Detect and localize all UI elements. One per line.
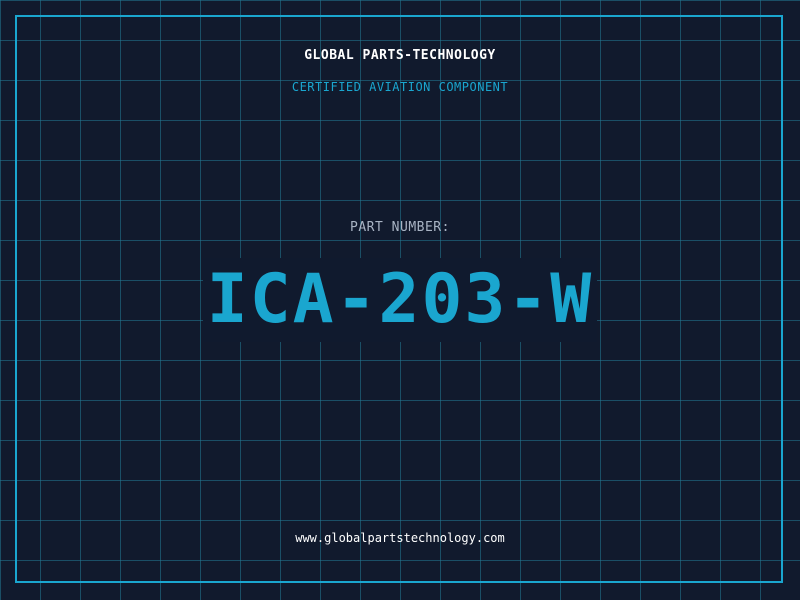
part-number-container: ICA-203-W	[0, 258, 800, 342]
website-url: www.globalpartstechnology.com	[295, 531, 505, 545]
part-number-value: ICA-203-W	[202, 258, 598, 342]
company-name: GLOBAL PARTS-TECHNOLOGY	[304, 48, 496, 63]
part-number-label: PART NUMBER:	[350, 220, 450, 235]
certification-tagline: CERTIFIED AVIATION COMPONENT	[291, 80, 509, 94]
label-canvas: GLOBAL PARTS-TECHNOLOGY CERTIFIED AVIATI…	[0, 0, 800, 600]
